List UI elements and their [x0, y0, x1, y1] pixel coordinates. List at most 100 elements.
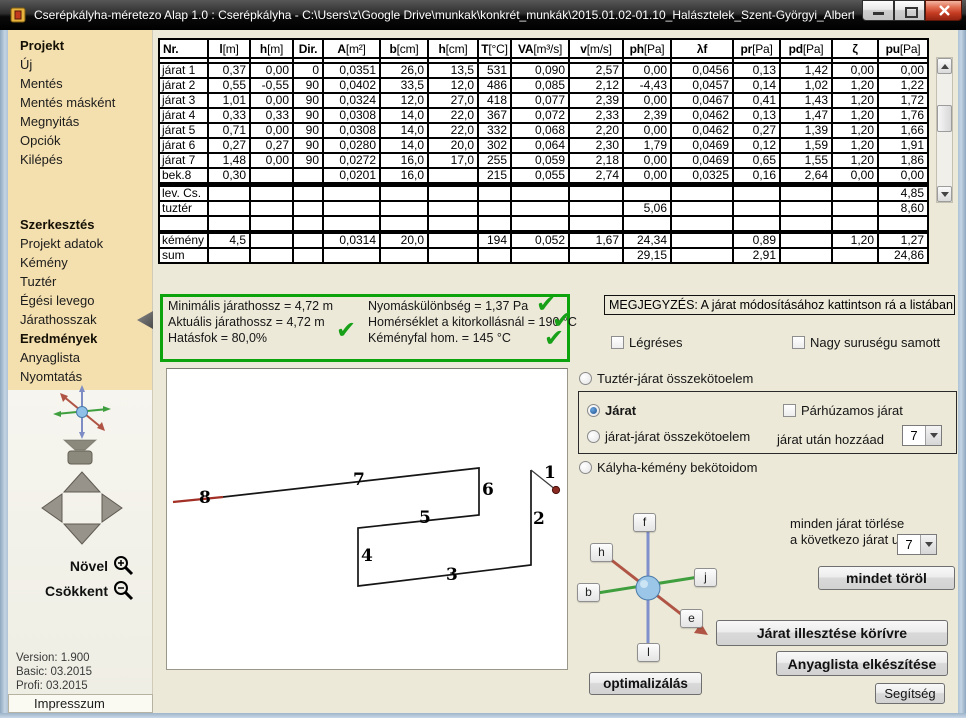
- cell[interactable]: 0,059: [511, 153, 569, 168]
- cell[interactable]: 0,55: [208, 78, 250, 93]
- cell[interactable]: 26,0: [380, 63, 428, 78]
- radio-icon[interactable]: [579, 461, 592, 474]
- cell[interactable]: 0,00: [623, 93, 671, 108]
- axis-button-b[interactable]: b: [577, 583, 600, 602]
- cell[interactable]: [323, 201, 380, 216]
- cell[interactable]: [208, 185, 250, 202]
- cell[interactable]: 0,064: [511, 138, 569, 153]
- cell[interactable]: 1,47: [780, 108, 832, 123]
- checkbox-icon[interactable]: [783, 404, 796, 417]
- table-row-j-rat-3[interactable]: járat 31,010,00900,032412,027,04180,0772…: [159, 93, 928, 108]
- cell[interactable]: 531: [478, 63, 511, 78]
- cell[interactable]: 14,0: [380, 108, 428, 123]
- cell[interactable]: 90: [293, 138, 323, 153]
- cell[interactable]: 0,89: [733, 232, 780, 248]
- cell[interactable]: 0,085: [511, 78, 569, 93]
- radio-selected-icon[interactable]: [587, 404, 600, 417]
- kalyha-kemeny-radio[interactable]: Kályha-kémény bekötoidom: [579, 460, 757, 475]
- cell[interactable]: 4,85: [878, 185, 928, 202]
- cell[interactable]: 2,39: [569, 93, 623, 108]
- zoom-out-icon[interactable]: [113, 580, 135, 602]
- table-row-j-rat-7[interactable]: járat 71,480,00900,027216,017,02550,0592…: [159, 153, 928, 168]
- cell[interactable]: 24,86: [878, 248, 928, 263]
- cell[interactable]: 90: [293, 78, 323, 93]
- samott-checkbox[interactable]: Nagy suruségu samott: [792, 335, 940, 350]
- help-button[interactable]: Segítség: [875, 683, 945, 704]
- minimize-button[interactable]: [862, 0, 894, 21]
- cell[interactable]: [623, 185, 671, 202]
- checkbox-icon[interactable]: [792, 336, 805, 349]
- cell[interactable]: 332: [478, 123, 511, 138]
- cell[interactable]: 0,41: [733, 93, 780, 108]
- cell[interactable]: [380, 216, 428, 232]
- table-row-lev-cs-[interactable]: lev. Cs.4,85: [159, 185, 928, 202]
- cell[interactable]: 0,0280: [323, 138, 380, 153]
- cell[interactable]: 1,27: [878, 232, 928, 248]
- cell[interactable]: 0,33: [250, 108, 293, 123]
- cell[interactable]: 1,55: [780, 153, 832, 168]
- cell[interactable]: [293, 201, 323, 216]
- cell[interactable]: 0,0351: [323, 63, 380, 78]
- cell[interactable]: [832, 201, 878, 216]
- cell[interactable]: 0,00: [250, 63, 293, 78]
- row-label[interactable]: járat 4: [159, 108, 208, 123]
- cell[interactable]: 12,0: [380, 93, 428, 108]
- sidebar-item-mentes[interactable]: Mentés: [8, 74, 152, 93]
- cell[interactable]: [478, 248, 511, 263]
- cell[interactable]: 0,0308: [323, 108, 380, 123]
- cell[interactable]: 0,090: [511, 63, 569, 78]
- row-label[interactable]: járat 5: [159, 123, 208, 138]
- cell[interactable]: 29,15: [623, 248, 671, 263]
- cell[interactable]: [569, 248, 623, 263]
- cell[interactable]: 2,18: [569, 153, 623, 168]
- row-label[interactable]: kémény: [159, 232, 208, 248]
- table-row-empty[interactable]: [159, 216, 928, 232]
- cell[interactable]: 8,60: [878, 201, 928, 216]
- cell[interactable]: 367: [478, 108, 511, 123]
- cell[interactable]: 1,22: [878, 78, 928, 93]
- cell[interactable]: 90: [293, 93, 323, 108]
- cell[interactable]: [671, 232, 733, 248]
- cell[interactable]: [428, 216, 478, 232]
- cell[interactable]: 0,0201: [323, 168, 380, 185]
- cell[interactable]: 0,00: [250, 123, 293, 138]
- scrollbar-up-button[interactable]: [937, 58, 952, 74]
- cell[interactable]: [780, 248, 832, 263]
- cell[interactable]: 0,0462: [671, 123, 733, 138]
- cell[interactable]: 2,33: [569, 108, 623, 123]
- sidebar-item-kilepes[interactable]: Kilépés: [8, 150, 152, 169]
- cell[interactable]: 1,20: [832, 138, 878, 153]
- cell[interactable]: 0,0467: [671, 93, 733, 108]
- axis-button-l[interactable]: l: [637, 643, 660, 662]
- cell[interactable]: 1,79: [623, 138, 671, 153]
- cell[interactable]: [511, 185, 569, 202]
- cell[interactable]: 0,14: [733, 78, 780, 93]
- cell[interactable]: 0,0272: [323, 153, 380, 168]
- cell[interactable]: [293, 248, 323, 263]
- cell[interactable]: 302: [478, 138, 511, 153]
- pan-dpad[interactable]: [36, 468, 128, 548]
- cell[interactable]: 1,20: [832, 232, 878, 248]
- cell[interactable]: 2,91: [733, 248, 780, 263]
- flue-end-segment-red[interactable]: [173, 497, 223, 502]
- cell[interactable]: [250, 201, 293, 216]
- cell[interactable]: 0,0402: [323, 78, 380, 93]
- cell[interactable]: 0,00: [250, 153, 293, 168]
- cell[interactable]: 1,48: [208, 153, 250, 168]
- table-row-j-rat-5[interactable]: járat 50,710,00900,030814,022,03320,0682…: [159, 123, 928, 138]
- radio-icon[interactable]: [587, 430, 600, 443]
- cell[interactable]: [671, 248, 733, 263]
- cell[interactable]: 418: [478, 93, 511, 108]
- cell[interactable]: -0,55: [250, 78, 293, 93]
- axis-button-h[interactable]: h: [590, 543, 613, 562]
- calculation-table[interactable]: Nr.l[m]h[m]Dir.A[m²]b[cm]h[cm]T[°C]VA[m³…: [158, 38, 929, 264]
- cell[interactable]: 0,052: [511, 232, 569, 248]
- table-row-j-rat-2[interactable]: járat 20,55-0,55900,040233,512,04860,085…: [159, 78, 928, 93]
- row-label[interactable]: járat 1: [159, 63, 208, 78]
- cell[interactable]: 13,5: [428, 63, 478, 78]
- cell[interactable]: 20,0: [428, 138, 478, 153]
- cell[interactable]: 0,072: [511, 108, 569, 123]
- cell[interactable]: [733, 201, 780, 216]
- cell[interactable]: [832, 248, 878, 263]
- table-row-j-rat-6[interactable]: járat 60,270,27900,028014,020,03020,0642…: [159, 138, 928, 153]
